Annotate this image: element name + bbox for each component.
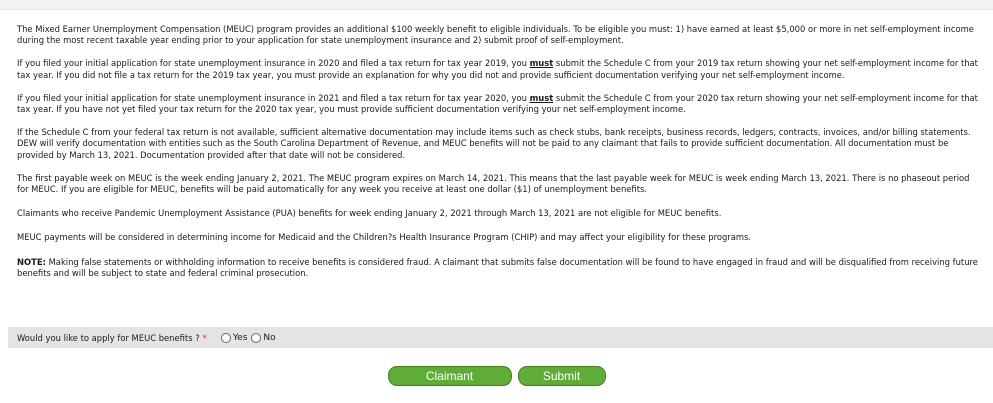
pua-paragraph: Claimants who receive Pandemic Unemploym…	[17, 208, 722, 219]
must-emphasis: must	[529, 58, 554, 69]
action-buttons: Claimant Homepage Submit	[0, 366, 993, 401]
must-emphasis: must	[529, 92, 554, 103]
apply-question-row: Would you like to apply for MEUC benefit…	[8, 327, 993, 348]
intro-paragraph: The Mixed Earner Unemployment Compensati…	[17, 24, 974, 46]
claimant-homepage-button[interactable]: Claimant Homepage	[387, 366, 512, 401]
p3-text-start: If you filed your initial application fo…	[17, 92, 530, 103]
required-mark: *	[202, 332, 207, 343]
apply-question-label: Would you like to apply for MEUC benefit…	[17, 332, 200, 343]
medicaid-paragraph: MEUC payments will be considered in dete…	[17, 232, 752, 243]
no-radio[interactable]	[251, 332, 262, 343]
yes-radio[interactable]	[220, 332, 231, 343]
tax-2020-paragraph: If you filed your initial application fo…	[17, 93, 983, 115]
no-radio-label[interactable]: No	[263, 333, 275, 343]
tax-2019-paragraph: If you filed your initial application fo…	[17, 58, 983, 80]
note-text: Making false statements or withholding i…	[17, 256, 978, 278]
payable-week-paragraph: The first payable week on MEUC is the we…	[17, 172, 970, 195]
yes-radio-label[interactable]: Yes	[233, 333, 248, 343]
fraud-note-paragraph: NOTE: Making false statements or withhol…	[17, 257, 983, 279]
submit-button[interactable]: Submit	[517, 366, 606, 386]
alternative-docs-paragraph: If the Schedule C from your federal tax …	[17, 127, 971, 160]
note-label: NOTE:	[17, 256, 46, 267]
top-bar	[0, 0, 993, 10]
p2-text-start: If you filed your initial application fo…	[17, 58, 530, 69]
meuc-info-content: The Mixed Earner Unemployment Compensati…	[0, 24, 993, 279]
